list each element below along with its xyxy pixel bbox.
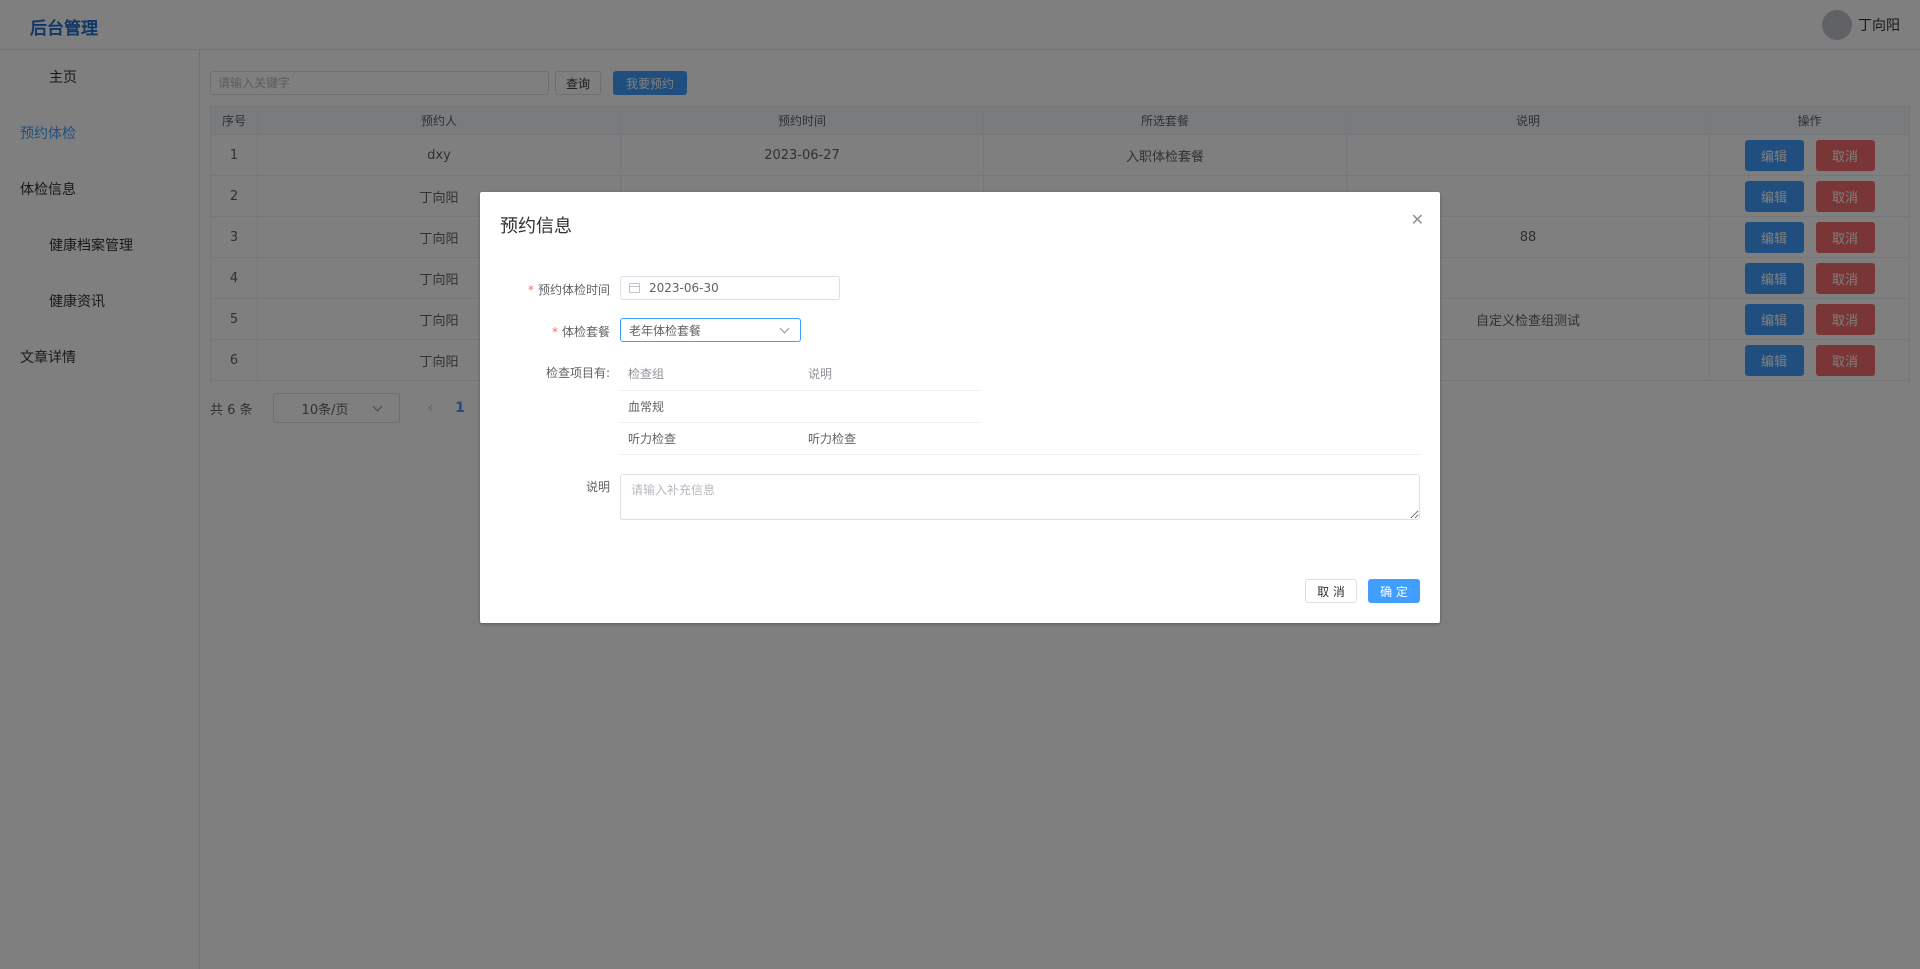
chevron-down-icon bbox=[779, 323, 790, 333]
booking-dialog: 预约信息 ✕ * 预约体检时间 2023-06-30 * 体检套餐 老年体检套餐 检… bbox=[480, 192, 1440, 623]
calendar-icon bbox=[629, 283, 640, 293]
item-group: 听力检查 bbox=[628, 431, 677, 446]
list-item: 血常规 bbox=[620, 390, 980, 423]
dialog-title: 预约信息 bbox=[500, 216, 572, 237]
note-textarea[interactable] bbox=[620, 474, 1420, 520]
exam-items-table: 检查组 说明 血常规 听力检查 听力检查 bbox=[620, 358, 980, 454]
list-item: 听力检查 听力检查 bbox=[620, 422, 980, 454]
package-label: * 体检套餐 bbox=[551, 325, 610, 339]
package-select[interactable]: 老年体检套餐 bbox=[620, 318, 801, 342]
cancel-button[interactable]: 取 消 bbox=[1305, 579, 1357, 603]
date-label: * 预约体检时间 bbox=[527, 283, 610, 297]
close-icon[interactable]: ✕ bbox=[1411, 212, 1424, 228]
item-note bbox=[800, 390, 980, 423]
confirm-button[interactable]: 确 定 bbox=[1368, 579, 1420, 603]
item-group: 血常规 bbox=[620, 390, 800, 423]
date-picker[interactable]: 2023-06-30 bbox=[620, 276, 840, 300]
items-col-note: 说明 bbox=[800, 358, 980, 391]
items-header-row: 检查组 说明 bbox=[620, 358, 980, 391]
items-col-group: 检查组 bbox=[620, 358, 800, 391]
items-label: 检查项目有: bbox=[545, 366, 610, 380]
divider bbox=[620, 454, 1420, 455]
package-value: 老年体检套餐 bbox=[629, 323, 702, 338]
note-label: 说明 bbox=[585, 480, 610, 494]
item-note: 听力检查 bbox=[808, 431, 857, 446]
date-value: 2023-06-30 bbox=[649, 281, 719, 295]
